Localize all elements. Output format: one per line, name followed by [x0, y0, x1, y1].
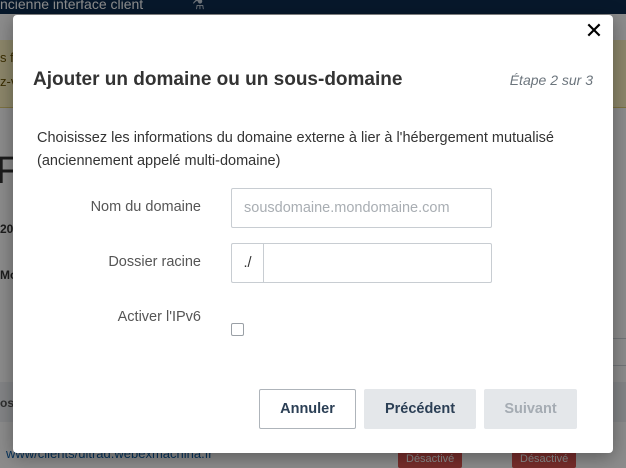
ipv6-label: Activer l'IPv6 — [117, 309, 201, 325]
domain-name-label: Nom du domaine — [90, 199, 201, 215]
previous-button[interactable]: Précédent — [364, 389, 476, 429]
add-domain-modal: ✕ Ajouter un domaine ou un sous-domaine … — [13, 15, 613, 453]
ipv6-checkbox[interactable] — [231, 323, 244, 336]
close-icon[interactable]: ✕ — [583, 19, 605, 43]
modal-title: Ajouter un domaine ou un sous-domaine — [33, 69, 403, 90]
root-folder-label: Dossier racine — [108, 254, 201, 270]
next-button-disabled[interactable]: Suivant — [484, 389, 577, 429]
intro-text: Choisissez les informations du domaine e… — [37, 130, 554, 169]
step-indicator: Étape 2 sur 3 — [509, 72, 593, 88]
cancel-button[interactable]: Annuler — [259, 389, 356, 429]
root-folder-prefix: ./ — [231, 243, 263, 283]
root-folder-input[interactable] — [263, 243, 492, 283]
domain-name-input[interactable] — [231, 188, 492, 228]
